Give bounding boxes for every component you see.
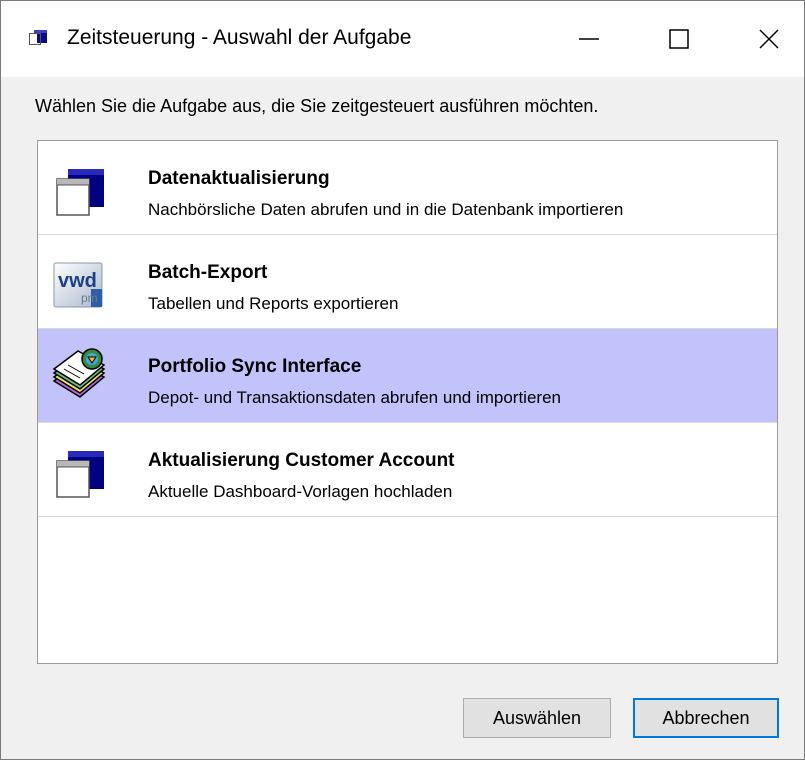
- close-icon: [759, 29, 779, 49]
- title-bar[interactable]: Zeitsteuerung - Auswahl der Aufgabe: [1, 1, 804, 77]
- task-title: Aktualisierung Customer Account: [148, 450, 455, 471]
- task-description: Tabellen und Reports exportieren: [148, 294, 399, 313]
- task-title: Batch-Export: [148, 262, 268, 283]
- task-title: Portfolio Sync Interface: [148, 356, 362, 377]
- task-item-datenaktualisierung[interactable]: Datenaktualisierung Nachbörsliche Daten …: [38, 141, 777, 235]
- task-list[interactable]: Datenaktualisierung Nachbörsliche Daten …: [37, 140, 778, 664]
- maximize-button[interactable]: [634, 1, 724, 77]
- task-description: Nachbörsliche Daten abrufen und in die D…: [148, 200, 624, 219]
- portfolio-sync-icon: [50, 347, 106, 403]
- task-title: Datenaktualisierung: [148, 168, 330, 189]
- task-description: Depot- und Transaktionsdaten abrufen und…: [148, 388, 561, 407]
- window-task-icon: [52, 163, 108, 219]
- window-title: Zeitsteuerung - Auswahl der Aufgabe: [67, 26, 412, 49]
- minimize-icon: [579, 38, 599, 40]
- pm-logo-text: pm: [81, 291, 98, 305]
- task-item-customer-account[interactable]: Aktualisierung Customer Account Aktuelle…: [38, 423, 777, 517]
- task-description: Aktuelle Dashboard-Vorlagen hochladen: [148, 482, 453, 501]
- minimize-button[interactable]: [544, 1, 634, 77]
- close-button[interactable]: [724, 1, 805, 77]
- window-task-icon: [52, 445, 108, 501]
- task-item-batch-export[interactable]: vwd pm Batch-Export Tabellen und Reports…: [38, 235, 777, 329]
- app-window-icon: [29, 29, 49, 47]
- vwd-logo-text: vwd: [58, 270, 97, 292]
- dialog-window: Zeitsteuerung - Auswahl der Aufgabe Wähl…: [0, 0, 805, 760]
- cancel-button[interactable]: Abbrechen: [633, 698, 779, 738]
- select-button[interactable]: Auswählen: [463, 698, 611, 738]
- task-item-portfolio-sync[interactable]: Portfolio Sync Interface Depot- und Tran…: [38, 329, 777, 423]
- instruction-text: Wählen Sie die Aufgabe aus, die Sie zeit…: [35, 96, 599, 116]
- vwd-pm-icon: vwd pm: [52, 257, 108, 313]
- maximize-icon: [669, 29, 689, 49]
